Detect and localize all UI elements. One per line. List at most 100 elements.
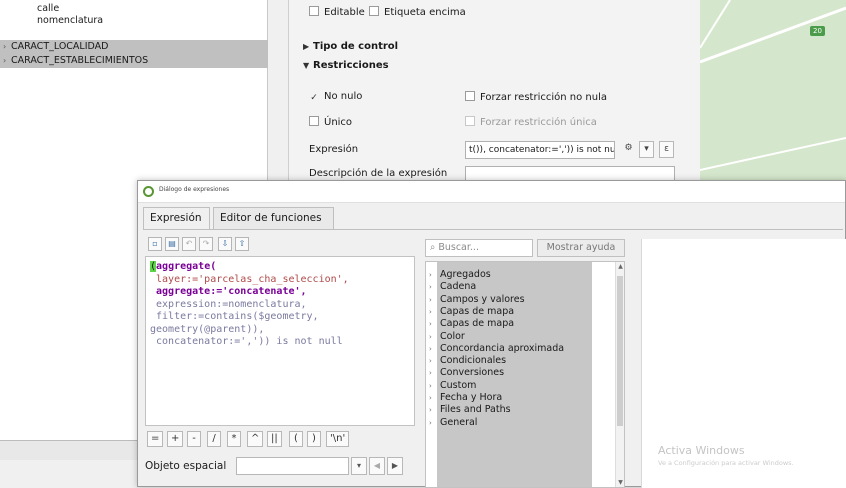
undo-icon[interactable]: ↶ xyxy=(182,237,196,251)
checkbox-box[interactable] xyxy=(309,6,319,16)
function-group-item[interactable]: › Agregados xyxy=(426,269,601,280)
code-text: aggregate:='concatenate', xyxy=(150,286,307,297)
expand-icon[interactable]: › xyxy=(429,381,432,391)
checkbox-label: Editable xyxy=(324,7,365,18)
not-null-checkbox[interactable]: ✓ No nulo xyxy=(309,91,362,104)
function-group-item[interactable]: › Capas de mapa xyxy=(426,318,601,329)
code-line: aggregate:='concatenate', xyxy=(150,286,410,299)
constraint-expression-field[interactable]: t()), concatenator:=',')) is not null xyxy=(465,141,615,159)
function-group-label: Agregados xyxy=(440,269,491,280)
function-group-item[interactable]: › Files and Paths xyxy=(426,404,601,416)
object-label: Objeto espacial xyxy=(145,460,227,472)
checkbox-box[interactable] xyxy=(465,91,475,101)
dropdown-arrow-icon[interactable]: ▾ xyxy=(351,457,367,475)
function-group-label: Capas de mapa xyxy=(440,305,515,317)
checkbox-box[interactable] xyxy=(369,6,379,16)
expand-icon[interactable]: › xyxy=(429,405,432,415)
checkbox-box[interactable] xyxy=(465,116,475,126)
tree-item-caract-establecimientos[interactable]: › CARACT_ESTABLECIMIENTOS xyxy=(0,54,268,68)
function-group-item[interactable]: › Color xyxy=(426,331,601,342)
chevron-down-icon: ▼ xyxy=(303,61,310,70)
tab-function-editor[interactable]: Editor de funciones xyxy=(213,207,334,229)
force-not-null-checkbox[interactable]: Forzar restricción no nula xyxy=(465,91,607,103)
function-group-item[interactable]: › General xyxy=(426,417,601,428)
operator-button[interactable]: / xyxy=(207,431,221,447)
checkbox-box[interactable] xyxy=(309,116,319,126)
function-group-item[interactable]: › Fecha y Hora xyxy=(426,392,601,403)
expression-builder-button[interactable]: ε xyxy=(659,141,674,158)
expand-icon[interactable]: › xyxy=(429,332,432,342)
function-group-item[interactable]: › Conversiones xyxy=(426,367,601,378)
expand-icon[interactable]: › xyxy=(3,40,6,54)
expand-icon[interactable]: › xyxy=(429,295,432,305)
tab-expression[interactable]: Expresión xyxy=(143,207,210,230)
tree-item-nomenclatura[interactable]: nomenclatura xyxy=(37,14,103,28)
code-text: concatenator:=',')) is not null xyxy=(150,336,343,347)
scroll-up-icon[interactable]: ▲ xyxy=(616,262,624,272)
qgis-logo-icon xyxy=(143,186,154,197)
expand-icon[interactable]: › xyxy=(429,418,432,428)
windows-activation-subtitle: Ve a Configuración para activar Windows. xyxy=(658,459,794,467)
scrollbar-thumb[interactable] xyxy=(617,276,623,426)
operator-button[interactable]: '\n' xyxy=(326,431,350,447)
function-list[interactable]: › Agregados › Cadena › Campos y valores › Capas… xyxy=(425,261,625,488)
operator-button[interactable]: ( xyxy=(289,431,303,447)
function-group-item[interactable]: › Custom xyxy=(426,380,601,391)
function-group-item[interactable]: › Condicionales xyxy=(426,355,601,366)
operator-button[interactable]: ) xyxy=(307,431,321,447)
editable-checkbox[interactable]: Editable xyxy=(309,6,365,18)
redo-icon[interactable]: ↷ xyxy=(199,237,213,251)
function-group-item[interactable]: › Concordancia aproximada xyxy=(426,343,601,354)
object-combobox[interactable] xyxy=(236,457,349,475)
help-panel: Activa Windows Ve a Configuración para a… xyxy=(641,239,846,488)
function-group-label: Files and Paths xyxy=(440,404,511,416)
dropdown-arrow-icon[interactable]: ▾ xyxy=(639,141,654,158)
show-help-button[interactable]: Mostrar ayuda xyxy=(537,239,625,257)
expand-icon[interactable]: › xyxy=(429,319,432,329)
operator-button[interactable]: * xyxy=(227,431,241,447)
function-group-item[interactable]: › Cadena xyxy=(426,281,601,292)
gear-icon[interactable]: ⚙ xyxy=(621,141,636,158)
export-icon[interactable]: ⇧ xyxy=(235,237,249,251)
new-file-icon[interactable]: ▫ xyxy=(148,237,162,251)
label-on-top-checkbox[interactable]: Etiqueta encima xyxy=(369,6,466,18)
import-icon[interactable]: ⇩ xyxy=(218,237,232,251)
tree-item-caract-localidad[interactable]: › CARACT_LOCALIDAD xyxy=(0,40,268,54)
chevron-right-icon: ▶ xyxy=(303,42,310,51)
field-properties-panel: Editable Etiqueta encima ▶ Tipo de contro… xyxy=(288,0,700,190)
dialog-titlebar[interactable]: Diálogo de expresiones xyxy=(138,181,845,203)
expand-icon[interactable]: › xyxy=(429,393,432,403)
code-line: (aggregate( xyxy=(150,261,217,272)
code-line: filter:=contains($geometry, xyxy=(150,311,319,322)
unique-checkbox[interactable]: Único xyxy=(309,116,352,128)
checkbox-label: Forzar restricción no nula xyxy=(480,92,607,103)
code-text: aggregate( xyxy=(156,261,217,272)
expand-icon[interactable]: › xyxy=(429,344,432,354)
expand-icon[interactable]: › xyxy=(3,54,6,68)
code-line: concatenator:=',')) is not null xyxy=(150,336,410,349)
operator-button[interactable]: || xyxy=(267,431,282,447)
expand-icon[interactable]: › xyxy=(429,368,432,378)
control-type-section[interactable]: ▶ Tipo de control xyxy=(303,41,398,52)
operator-button[interactable]: - xyxy=(187,431,201,447)
function-search-input[interactable]: ⌕ Buscar... xyxy=(425,239,533,257)
next-arrow-icon[interactable]: ▶ xyxy=(387,457,403,475)
function-group-item[interactable]: › Capas de mapa xyxy=(426,305,601,317)
checkbox-label: Único xyxy=(324,117,353,128)
checkmark-icon[interactable]: ✓ xyxy=(309,94,319,104)
expand-icon[interactable]: › xyxy=(429,270,432,280)
previous-arrow-icon[interactable]: ◀ xyxy=(369,457,385,475)
restrictions-section[interactable]: ▼ Restricciones xyxy=(303,60,389,71)
force-unique-checkbox[interactable]: Forzar restricción única xyxy=(465,116,597,128)
expand-icon[interactable]: › xyxy=(429,282,432,292)
function-group-item[interactable]: › Campos y valores xyxy=(426,294,601,305)
save-icon[interactable]: ▤ xyxy=(165,237,179,251)
operator-button[interactable]: ^ xyxy=(247,431,264,447)
expression-editor[interactable]: (aggregate( layer:='parcelas_cha_selecci… xyxy=(145,256,415,426)
expand-icon[interactable]: › xyxy=(429,356,432,366)
operator-button[interactable]: = xyxy=(147,431,164,447)
windows-activation-title: Activa Windows xyxy=(658,444,745,457)
map-canvas[interactable]: 20 xyxy=(700,0,846,180)
expand-icon[interactable]: › xyxy=(429,307,432,317)
operator-button[interactable]: + xyxy=(167,431,184,447)
